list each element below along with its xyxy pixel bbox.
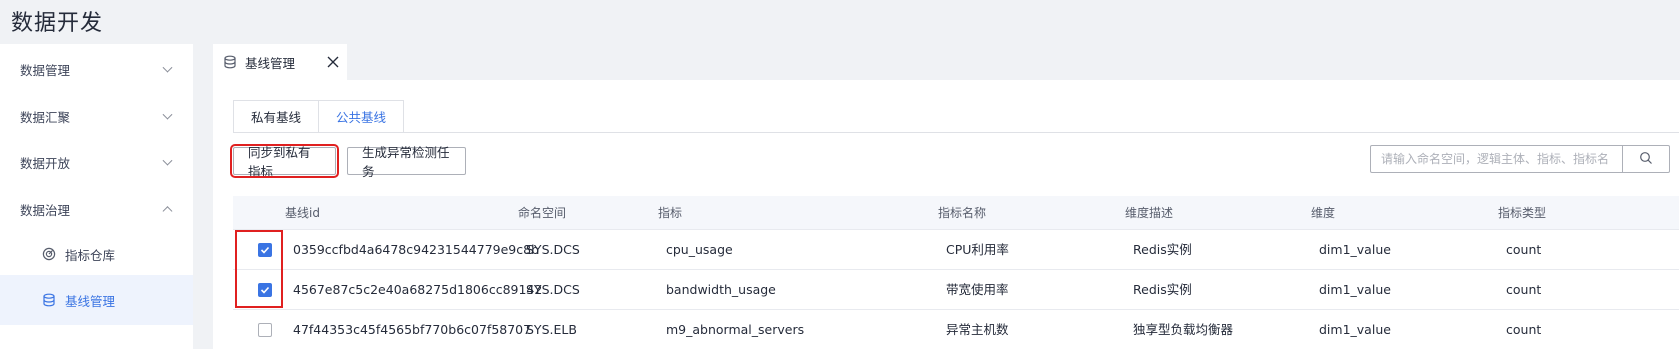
row-checkbox[interactable] — [258, 243, 272, 257]
cell-baseline-id: 47f44353c45f4565bf770b6c07f58707 — [293, 322, 532, 337]
database-icon — [223, 55, 237, 69]
cell-metric-type: count — [1506, 282, 1542, 297]
sidebar-item-label: 数据治理 — [20, 202, 71, 218]
cell-dimension-desc: Redis实例 — [1133, 242, 1192, 257]
table-row[interactable]: 0359ccfbd4a6478c94231544779e9c8b SYS.DCS… — [233, 230, 1679, 270]
column-header-metric-type[interactable]: 指标类型 — [1498, 196, 1546, 230]
cell-namespace: SYS.DCS — [526, 242, 580, 257]
cell-metric: m9_abnormal_servers — [666, 322, 805, 337]
divider — [233, 132, 1679, 133]
sidebar-item-label: 基线管理 — [65, 293, 116, 309]
cell-dimension-desc: Redis实例 — [1133, 282, 1192, 297]
column-header-namespace[interactable]: 命名空间 — [518, 196, 566, 230]
cell-metric-name: CPU利用率 — [946, 242, 1009, 257]
sidebar-item-label: 数据汇聚 — [20, 109, 71, 125]
cell-metric-name: 带宽使用率 — [946, 282, 1009, 297]
cell-baseline-id: 4567e87c5c2e40a68275d1806cc89142 — [293, 282, 543, 297]
database-icon — [42, 293, 56, 307]
cell-metric: cpu_usage — [666, 242, 733, 257]
sidebar-item-baseline-management[interactable]: 基线管理 — [0, 275, 193, 325]
baseline-table: 基线id 命名空间 指标 指标名称 维度描述 维度 指标类型 0359ccfbd… — [233, 196, 1679, 349]
chevron-down-icon — [162, 62, 173, 73]
page-tab-bar: 基线管理 — [213, 44, 1680, 80]
sidebar-item-data-open[interactable]: 数据开放 — [0, 137, 193, 187]
table-header: 基线id 命名空间 指标 指标名称 维度描述 维度 指标类型 — [233, 196, 1679, 230]
cell-baseline-id: 0359ccfbd4a6478c94231544779e9c8b — [293, 242, 540, 257]
sidebar-item-label: 数据开放 — [20, 155, 71, 171]
page-title: 数据开发 — [11, 11, 104, 36]
gauge-icon — [42, 247, 56, 261]
search-icon — [1639, 150, 1653, 169]
column-header-dimension-desc[interactable]: 维度描述 — [1125, 196, 1173, 230]
cell-metric-name: 异常主机数 — [946, 322, 1009, 337]
baseline-type-tabs: 私有基线 公共基线 — [233, 100, 405, 133]
search-button[interactable] — [1623, 145, 1670, 173]
check-icon — [260, 286, 270, 294]
cell-dimension-desc: 独享型负载均衡器 — [1133, 322, 1234, 337]
generate-anomaly-task-button[interactable]: 生成异常检测任务 — [347, 145, 466, 179]
table-row[interactable]: 47f44353c45f4565bf770b6c07f58707 SYS.ELB… — [233, 310, 1679, 349]
cell-dimension: dim1_value — [1319, 242, 1391, 257]
sidebar: 数据管理 数据汇聚 数据开放 数据治理 指标仓库 基线管理 — [0, 44, 193, 349]
table-row[interactable]: 4567e87c5c2e40a68275d1806cc89142 SYS.DCS… — [233, 270, 1679, 310]
sync-to-private-button[interactable]: 同步到私有指标 — [230, 144, 339, 179]
cell-metric: bandwidth_usage — [666, 282, 776, 297]
sidebar-item-label: 数据管理 — [20, 62, 71, 78]
tab-label: 基线管理 — [245, 55, 296, 71]
chevron-down-icon — [162, 155, 173, 166]
column-header-metric[interactable]: 指标 — [658, 196, 682, 230]
sidebar-item-label: 指标仓库 — [65, 247, 116, 263]
column-header-metric-name[interactable]: 指标名称 — [938, 196, 986, 230]
cell-metric-type: count — [1506, 242, 1542, 257]
column-header-baseline-id[interactable]: 基线id — [285, 196, 320, 230]
cell-namespace: SYS.DCS — [526, 282, 580, 297]
tab-private-baseline[interactable]: 私有基线 — [233, 100, 320, 133]
tab-public-baseline[interactable]: 公共基线 — [319, 100, 405, 133]
check-icon — [260, 246, 270, 254]
chevron-up-icon — [162, 206, 173, 217]
cell-namespace: SYS.ELB — [526, 322, 577, 337]
sidebar-item-data-governance[interactable]: 数据治理 — [0, 184, 193, 234]
row-checkbox[interactable] — [258, 283, 272, 297]
cell-metric-type: count — [1506, 322, 1542, 337]
main-content: 私有基线 公共基线 同步到私有指标 生成异常检测任务 基线id 命名空间 指标 … — [213, 80, 1680, 349]
close-icon[interactable] — [326, 55, 340, 69]
row-checkbox[interactable] — [258, 323, 272, 337]
search-input[interactable] — [1370, 145, 1623, 173]
sidebar-item-metric-warehouse[interactable]: 指标仓库 — [0, 229, 193, 279]
tab-baseline-management[interactable]: 基线管理 — [213, 44, 347, 80]
chevron-down-icon — [162, 109, 173, 120]
sidebar-item-data-management[interactable]: 数据管理 — [0, 44, 193, 94]
cell-dimension: dim1_value — [1319, 282, 1391, 297]
cell-dimension: dim1_value — [1319, 322, 1391, 337]
column-header-dimension[interactable]: 维度 — [1311, 196, 1335, 230]
sidebar-item-data-aggregation[interactable]: 数据汇聚 — [0, 91, 193, 141]
